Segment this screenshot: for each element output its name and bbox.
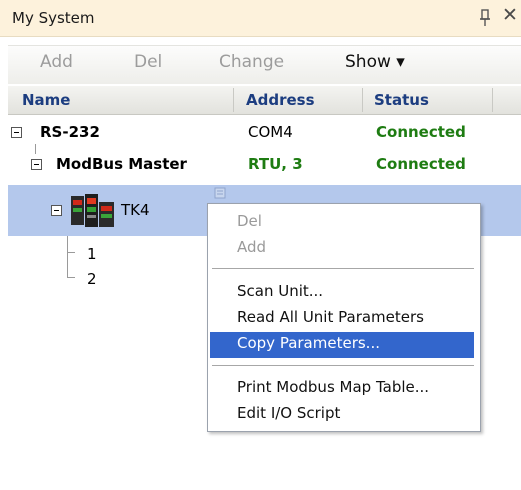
show-dropdown-button[interactable]: Show ▾ [345,52,405,72]
menu-item-del[interactable]: Del [237,212,262,230]
close-icon[interactable]: ✕ [502,6,518,25]
column-name-header[interactable]: Name [22,91,70,109]
del-button[interactable]: Del [134,52,162,72]
collapse-icon[interactable] [11,127,22,138]
port-address: COM4 [248,123,293,141]
tree-line [35,144,36,154]
menu-item-scan-unit[interactable]: Scan Unit... [237,282,323,300]
tree-line [67,277,75,278]
controller-device-icon [71,194,114,227]
tree-item-child[interactable]: 2 [87,270,97,288]
tree-item-modbus-master[interactable]: ModBus Master [56,155,187,173]
tree-line [67,252,75,253]
menu-item-copy-parameters[interactable]: Copy Parameters... [237,334,380,352]
master-status: Connected [376,155,466,173]
port-status: Connected [376,123,466,141]
collapse-icon[interactable] [51,205,62,216]
small-unit-icon [214,187,226,199]
column-divider[interactable] [233,88,234,112]
column-address-header[interactable]: Address [246,91,315,109]
collapse-icon[interactable] [31,159,42,170]
change-button[interactable]: Change [219,52,284,72]
tree-item-child[interactable]: 1 [87,245,97,263]
menu-separator [212,268,474,269]
tree-line [67,236,68,278]
tree-item-tk4[interactable]: TK4 [121,201,150,219]
column-divider[interactable] [362,88,363,112]
menu-item-read-all-unit-parameters[interactable]: Read All Unit Parameters [237,308,424,326]
menu-separator [212,365,474,366]
master-address: RTU, 3 [248,155,303,173]
menu-item-print-modbus-map-table[interactable]: Print Modbus Map Table... [237,378,429,396]
column-status-header[interactable]: Status [374,91,429,109]
menu-item-add[interactable]: Add [237,238,266,256]
add-button[interactable]: Add [40,52,73,72]
tree-item-rs232[interactable]: RS-232 [40,123,100,141]
pin-icon[interactable] [479,9,491,27]
menu-item-edit-io-script[interactable]: Edit I/O Script [237,404,340,422]
window-title: My System [12,9,95,27]
column-divider[interactable] [492,88,493,112]
